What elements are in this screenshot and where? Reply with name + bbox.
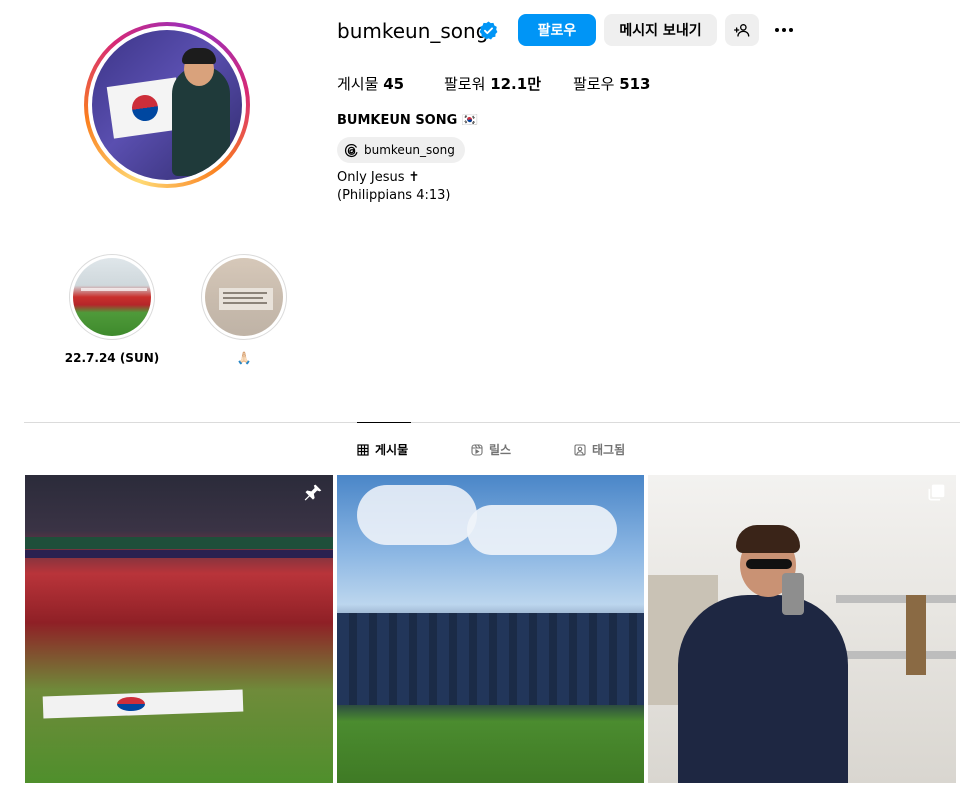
followers-count[interactable]: 팔로워 12.1만 [444,73,541,94]
tabs-divider [24,422,960,423]
profile-full-name: BUMKEUN SONG 🇰🇷 [337,113,478,128]
reels-icon [471,443,483,456]
tab-tagged[interactable]: 태그됨 [574,441,625,458]
followers-count-value: 12.1만 [490,75,541,93]
avatar-photo [92,30,242,180]
posts-count-label: 게시물 [337,75,379,93]
following-count-label: 팔로우 [573,75,615,93]
carousel-icon [928,484,945,501]
verified-badge-icon [479,21,498,40]
more-horizontal-icon [775,28,793,32]
highlight-cover-image [205,258,283,336]
follow-button[interactable]: 팔로우 [518,14,596,46]
post-thumbnail[interactable] [337,475,644,783]
grid-icon [357,443,369,456]
threads-icon [344,143,358,157]
pin-icon [304,484,322,501]
story-highlight[interactable]: 🙏🏻 [201,254,287,365]
tab-reels[interactable]: 릴스 [471,441,511,458]
more-options-button[interactable] [767,14,801,46]
tab-posts[interactable]: 게시물 [357,441,408,458]
suggested-users-button[interactable] [725,14,759,46]
posts-count-value: 45 [383,75,405,93]
story-highlight[interactable]: 22.7.24 (SUN) [65,254,159,365]
followers-count-label: 팔로워 [444,75,486,93]
profile-avatar[interactable] [84,22,250,188]
tab-posts-label: 게시물 [375,443,409,457]
post-thumbnail[interactable] [648,475,956,783]
profile-bio: Only Jesus ✝ (Philippians 4:13) [337,169,450,205]
highlight-cover-image [73,258,151,336]
bio-line: (Philippians 4:13) [337,188,451,203]
tab-reels-label: 릴스 [489,443,512,457]
add-user-icon [734,24,750,37]
tagged-icon [574,443,586,456]
highlight-label: 22.7.24 (SUN) [64,351,160,365]
threads-handle: bumkeun_song [364,143,455,157]
active-tab-indicator [357,422,411,423]
threads-link[interactable]: bumkeun_song [337,137,465,163]
following-count-value: 513 [619,75,651,93]
post-thumbnail[interactable] [25,475,333,783]
highlight-label: 🙏🏻 [236,351,252,365]
posts-count: 게시물 45 [337,73,404,94]
send-message-button[interactable]: 메시지 보내기 [604,14,717,46]
tab-tagged-label: 태그됨 [592,443,626,457]
profile-username: bumkeun_song [337,19,489,43]
following-count[interactable]: 팔로우 513 [573,73,651,94]
bio-line: Only Jesus ✝ [337,170,420,185]
